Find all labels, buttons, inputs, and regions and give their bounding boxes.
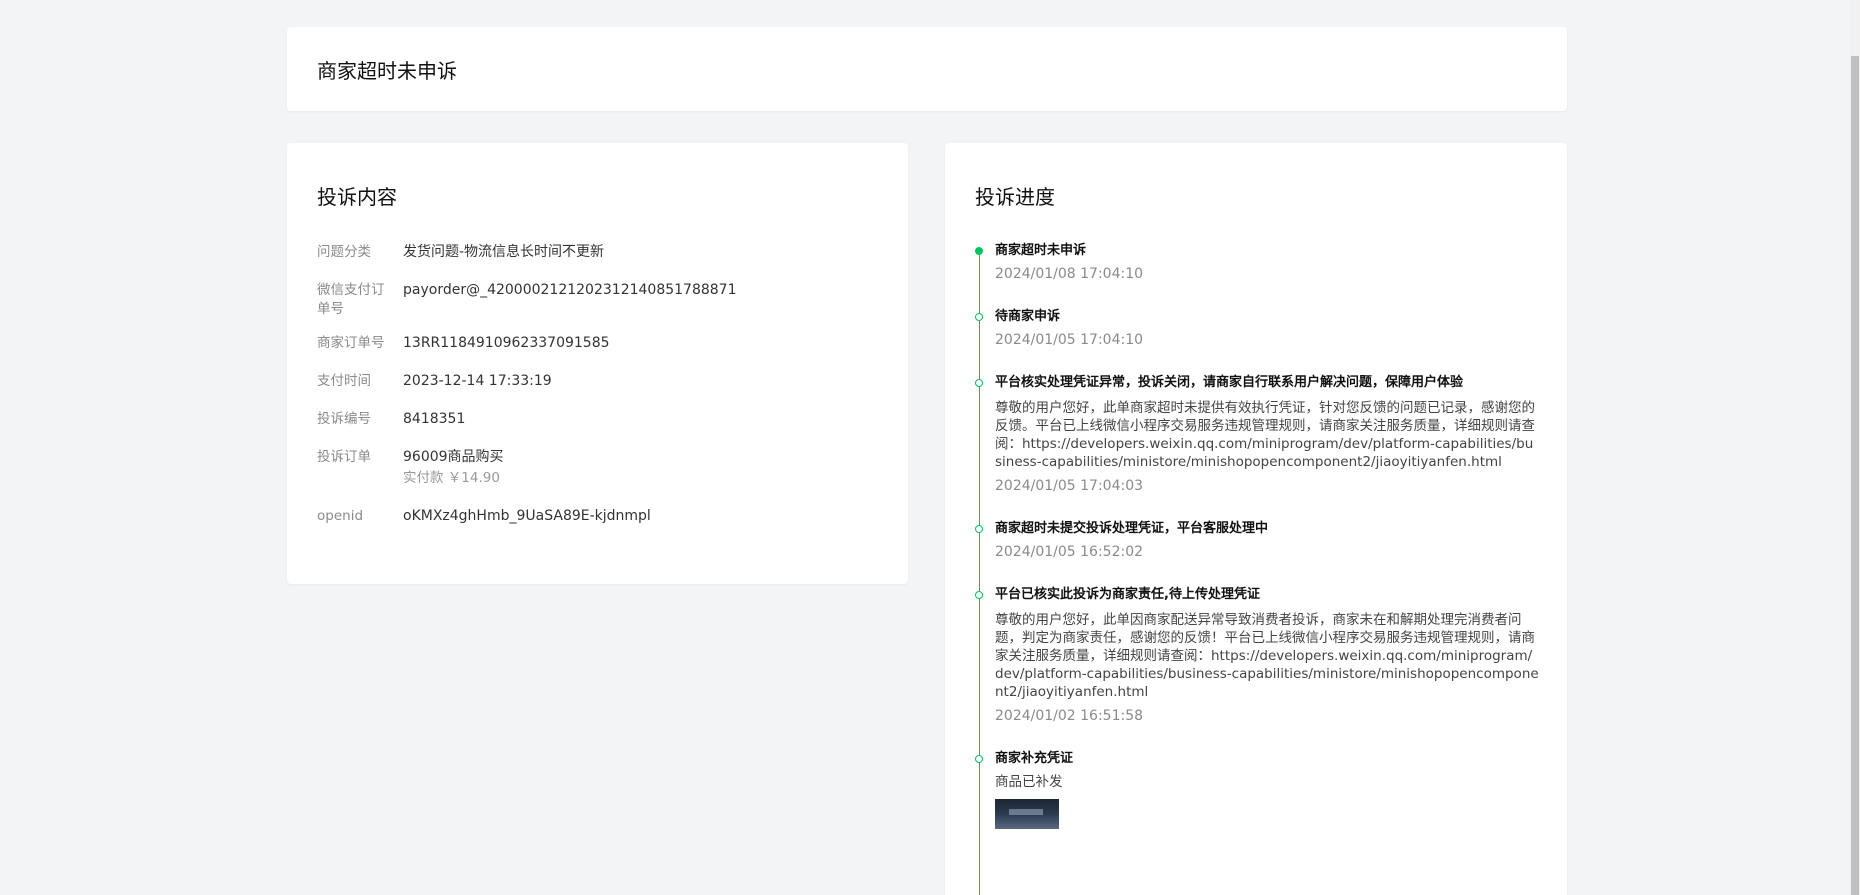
page-title: 商家超时未申诉 [317, 59, 457, 83]
info-row-pay-time: 支付时间 2023-12-14 17:33:19 [317, 372, 877, 391]
timeline-item-time: 2024/01/05 17:04:03 [995, 478, 1144, 494]
info-value: oKMXz4ghHmb_9UaSA89E-kjdnmpl [403, 508, 651, 524]
timeline-item-title: 商家补充凭证 [995, 751, 1074, 766]
timeline-item: 平台已核实此投诉为商家责任,待上传处理凭证 尊敬的用户您好，此单因商家配送异常导… [975, 587, 1540, 725]
info-label: 商家订单号 [317, 335, 385, 351]
complaint-content-card: 投诉内容 问题分类 发货问题-物流信息长时间不更新 微信支付订单号 payord… [287, 143, 908, 584]
timeline-item-title: 商家超时未提交投诉处理凭证，平台客服处理中 [995, 521, 1269, 536]
info-label: 微信支付订单号 [317, 282, 385, 317]
scrollbar-track[interactable] [1850, 0, 1860, 895]
timeline-item: 平台核实处理凭证异常，投诉关闭，请商家自行联系用户解决问题，保障用户体验 尊敬的… [975, 375, 1540, 495]
info-value: payorder@_4200002121202312140851788871 [403, 282, 737, 298]
status-header-card: 商家超时未申诉 [287, 27, 1567, 111]
timeline-item-title: 待商家申诉 [995, 309, 1061, 324]
timeline-item-time: 2024/01/05 17:04:10 [995, 332, 1144, 348]
page: 商家超时未申诉 投诉内容 问题分类 发货问题-物流信息长时间不更新 微信支付订单… [0, 0, 1860, 895]
scrollbar-thumb[interactable] [1851, 56, 1859, 895]
info-value: 13RR1184910962337091585 [403, 335, 610, 351]
info-label: 投诉订单 [317, 449, 371, 465]
complaint-content-title: 投诉内容 [317, 185, 397, 209]
info-value: 8418351 [403, 411, 466, 427]
timeline-item-time: 2024/01/08 17:04:10 [995, 266, 1144, 282]
info-value: 2023-12-14 17:33:19 [403, 373, 552, 389]
info-label: 支付时间 [317, 373, 371, 389]
timeline-item-title: 商家超时未申诉 [995, 243, 1087, 258]
evidence-thumbnail[interactable] [995, 799, 1059, 829]
info-row-openid: openid oKMXz4ghHmb_9UaSA89E-kjdnmpl [317, 507, 877, 526]
info-label: 投诉编号 [317, 411, 371, 427]
info-label: 问题分类 [317, 244, 371, 260]
timeline-dot-icon [975, 591, 983, 599]
complaint-info-list: 问题分类 发货问题-物流信息长时间不更新 微信支付订单号 payorder@_4… [317, 243, 877, 545]
timeline-item-title: 平台已核实此投诉为商家责任,待上传处理凭证 [995, 587, 1260, 602]
info-value: 发货问题-物流信息长时间不更新 [403, 244, 605, 260]
timeline-dot-icon [975, 379, 983, 387]
paid-amount: 实付款 ￥14.90 [403, 470, 500, 486]
timeline-item-time: 2024/01/05 16:52:02 [995, 544, 1144, 560]
timeline-dot-icon [975, 525, 983, 533]
timeline-item-description: 商品已补发 [995, 774, 1063, 790]
complaint-progress-title: 投诉进度 [975, 185, 1055, 209]
timeline-dot-active-icon [975, 247, 983, 255]
timeline-item: 商家超时未申诉 2024/01/08 17:04:10 [975, 243, 1540, 283]
info-row-complaint-order: 投诉订单 96009商品购买 实付款 ￥14.90 [317, 448, 877, 488]
timeline-item: 待商家申诉 2024/01/05 17:04:10 [975, 309, 1540, 349]
timeline-item-description: 尊敬的用户您好，此单因商家配送异常导致消费者投诉，商家未在和解期处理完消费者问题… [995, 612, 1539, 700]
timeline-dot-icon [975, 313, 983, 321]
timeline-item: 商家超时未提交投诉处理凭证，平台客服处理中 2024/01/05 16:52:0… [975, 521, 1540, 561]
info-value: 96009商品购买 [403, 449, 504, 465]
info-row-complaint-id: 投诉编号 8418351 [317, 410, 877, 429]
info-row-merchant-order: 商家订单号 13RR1184910962337091585 [317, 334, 877, 353]
timeline-dot-icon [975, 755, 983, 763]
info-row-wechat-order: 微信支付订单号 payorder@_4200002121202312140851… [317, 281, 877, 319]
info-row-category: 问题分类 发货问题-物流信息长时间不更新 [317, 243, 877, 262]
timeline-item: 商家补充凭证 商品已补发 [975, 751, 1540, 829]
timeline-item-title: 平台核实处理凭证异常，投诉关闭，请商家自行联系用户解决问题，保障用户体验 [995, 375, 1464, 390]
progress-timeline: 商家超时未申诉 2024/01/08 17:04:10 待商家申诉 2024/0… [975, 243, 1540, 895]
complaint-progress-card: 投诉进度 商家超时未申诉 2024/01/08 17:04:10 待商家申诉 2… [945, 143, 1567, 895]
timeline-item-description: 尊敬的用户您好，此单商家超时未提供有效执行凭证，针对您反馈的问题已记录，感谢您的… [995, 400, 1535, 470]
info-label: openid [317, 508, 364, 524]
timeline-item-time: 2024/01/02 16:51:58 [995, 708, 1144, 724]
